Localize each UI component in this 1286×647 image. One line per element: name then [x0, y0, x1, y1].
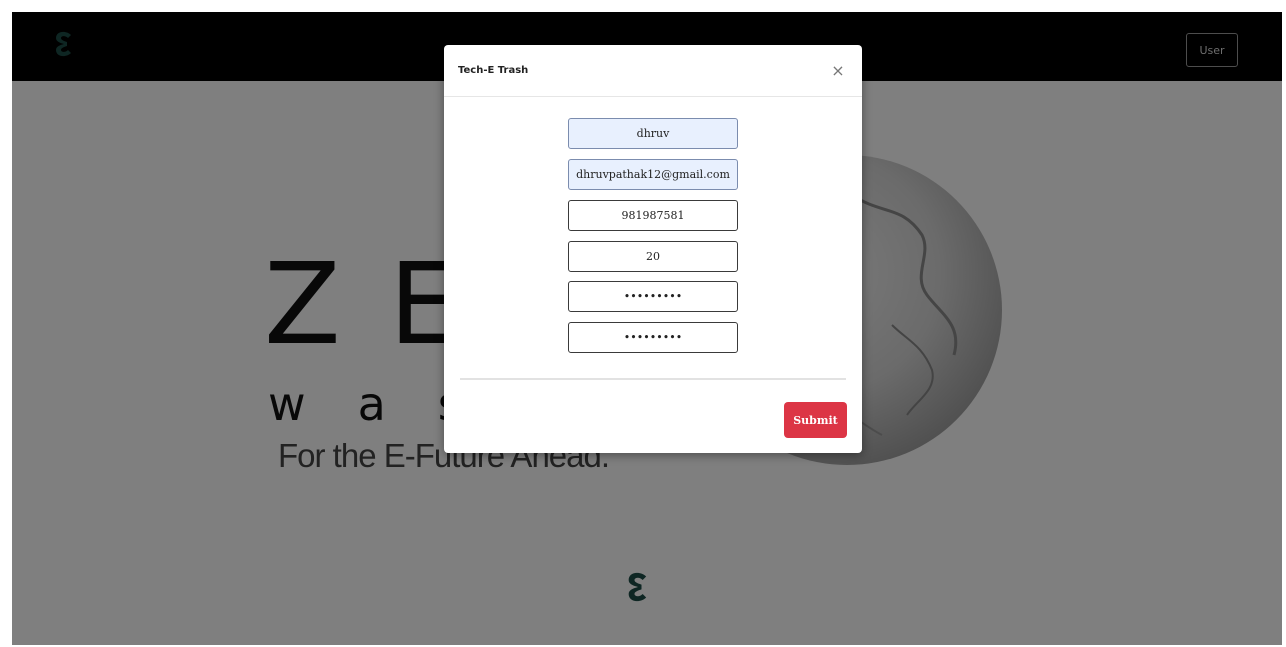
password-input[interactable] [568, 281, 738, 312]
email-input[interactable] [568, 159, 738, 190]
name-input[interactable] [568, 118, 738, 149]
phone-input[interactable] [568, 200, 738, 231]
modal-divider [460, 378, 846, 380]
age-input[interactable] [568, 241, 738, 272]
registration-modal: Tech-E Trash × Submit [444, 45, 862, 453]
close-icon[interactable]: × [828, 61, 848, 81]
browser-viewport: User ZERO waste For the E-Future Ahead. … [12, 12, 1282, 645]
modal-title: Tech-E Trash [458, 65, 529, 76]
modal-header: Tech-E Trash × [444, 45, 862, 97]
submit-button[interactable]: Submit [784, 402, 847, 438]
confirm-password-input[interactable] [568, 322, 738, 353]
